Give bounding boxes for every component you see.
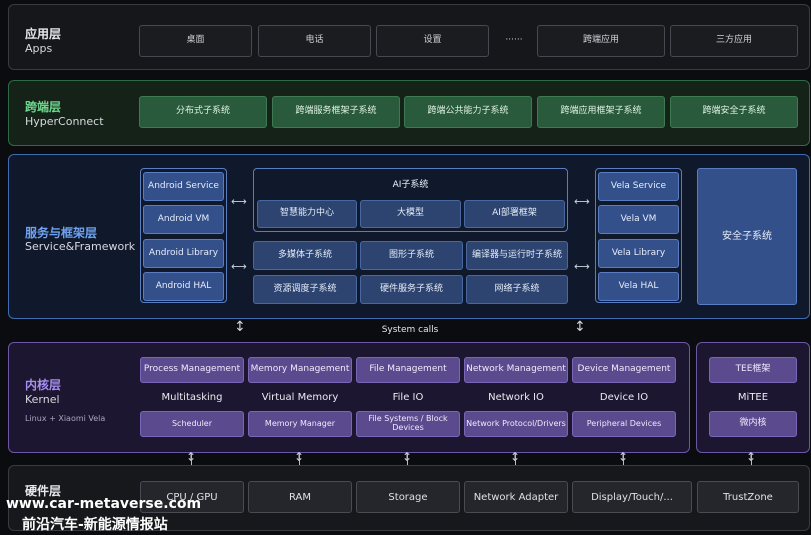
hw-storage: Storage (356, 481, 460, 513)
hc-app-framework: 跨端应用框架子系统 (537, 96, 665, 128)
android-library: Android Library (143, 239, 224, 268)
hc-security: 跨端安全子系统 (670, 96, 798, 128)
virtual-memory-label: Virtual Memory (261, 392, 339, 403)
memory-management: Memory Management (248, 357, 352, 383)
kernel-layer: 内核层 Kernel Linux + Xiaomi Vela Process M… (8, 342, 690, 453)
network-management: Network Management (464, 357, 568, 383)
vela-hal: Vela HAL (598, 272, 679, 301)
hardware-service-subsystem: 硬件服务子系统 (360, 275, 463, 304)
vela-vm: Vela VM (598, 205, 679, 234)
hc-service-framework: 跨端服务框架子系统 (272, 96, 400, 128)
kernel-layer-title: 内核层 (25, 378, 62, 392)
android-middle-arrow: ⟷ (231, 260, 247, 273)
apps-layer-subtitle: Apps (25, 42, 53, 55)
app-third-party: 三方应用 (670, 25, 798, 57)
hw-ram: RAM (248, 481, 352, 513)
process-management: Process Management (140, 357, 244, 383)
hc-common-capability: 跨端公共能力子系统 (404, 96, 532, 128)
peripheral-devices: Peripheral Devices (572, 411, 676, 437)
device-management: Device Management (572, 357, 676, 383)
android-hal: Android HAL (143, 272, 224, 301)
hyperconnect-layer-title: 跨端层 (25, 100, 62, 114)
resource-scheduling-subsystem: 资源调度子系统 (253, 275, 357, 304)
hc-distributed: 分布式子系统 (139, 96, 267, 128)
middle-vela-arrow: ⟷ (574, 260, 590, 273)
network-protocol-drivers: Network Protocol/Drivers (464, 411, 568, 437)
tee-framework: TEE框架 (709, 357, 797, 383)
mitee-label: MiTEE (737, 392, 769, 403)
multimedia-subsystem: 多媒体子系统 (253, 241, 357, 270)
multitasking-label: Multitasking (161, 392, 223, 403)
vela-service: Vela Service (598, 172, 679, 201)
ai-large-model: 大模型 (360, 200, 461, 228)
ai-smart-center: 智慧能力中心 (257, 200, 357, 228)
ai-vela-arrow: ⟷ (574, 195, 590, 208)
hyperconnect-layer-subtitle: HyperConnect (25, 115, 104, 128)
graphics-subsystem: 图形子系统 (360, 241, 463, 270)
android-vm: Android VM (143, 205, 224, 234)
hw-display-touch: Display/Touch/... (572, 481, 692, 513)
app-ellipsis: ······ (505, 35, 523, 46)
apps-layer-title: 应用层 (25, 27, 62, 41)
network-io-label: Network IO (488, 392, 544, 403)
apps-layer: 应用层 Apps 桌面 电话 设置 ······ 跨端应用 三方应用 (8, 4, 810, 70)
app-settings: 设置 (376, 25, 489, 57)
app-phone: 电话 (258, 25, 371, 57)
ai-deploy-framework: AI部署框架 (464, 200, 565, 228)
tee-layer: TEE框架 MiTEE 微内核 (696, 342, 810, 453)
microkernel: 微内核 (709, 411, 797, 437)
file-systems-block-devices: File Systems / Block Devices (356, 411, 460, 437)
file-io-label: File IO (392, 392, 424, 403)
service-layer-title: 服务与框架层 (25, 226, 98, 240)
hw-network-adapter: Network Adapter (464, 481, 568, 513)
scheduler: Scheduler (140, 411, 244, 437)
vela-library: Vela Library (598, 239, 679, 268)
kernel-layer-note: Linux + Xiaomi Vela (25, 414, 106, 423)
system-calls-label: System calls (381, 325, 439, 335)
service-framework-layer: 服务与框架层 Service&Framework Android Service… (8, 154, 810, 319)
watermark-site-name: 前沿汽车-新能源情报站 (22, 517, 168, 533)
android-service: Android Service (143, 172, 224, 201)
memory-manager: Memory Manager (248, 411, 352, 437)
network-subsystem: 网络子系统 (466, 275, 568, 304)
app-desktop: 桌面 (139, 25, 252, 57)
ai-subsystem-title: AI子系统 (392, 180, 429, 190)
file-management: File Management (356, 357, 460, 383)
syscalls-arrow-left: ↕ (234, 319, 246, 335)
kernel-layer-subtitle: Kernel (25, 393, 60, 406)
syscalls-arrow-right: ↕ (574, 319, 586, 335)
compiler-runtime-subsystem: 编译器与运行时子系统 (466, 241, 568, 270)
device-io-label: Device IO (599, 392, 649, 403)
hyperconnect-layer: 跨端层 HyperConnect 分布式子系统 跨端服务框架子系统 跨端公共能力… (8, 80, 810, 146)
android-ai-arrow: ⟷ (231, 195, 247, 208)
app-cross-device: 跨端应用 (537, 25, 665, 57)
security-subsystem: 安全子系统 (697, 168, 797, 305)
watermark-url: www.car-metaverse.com (6, 496, 202, 512)
hw-trustzone: TrustZone (697, 481, 799, 513)
service-layer-subtitle: Service&Framework (25, 240, 136, 253)
